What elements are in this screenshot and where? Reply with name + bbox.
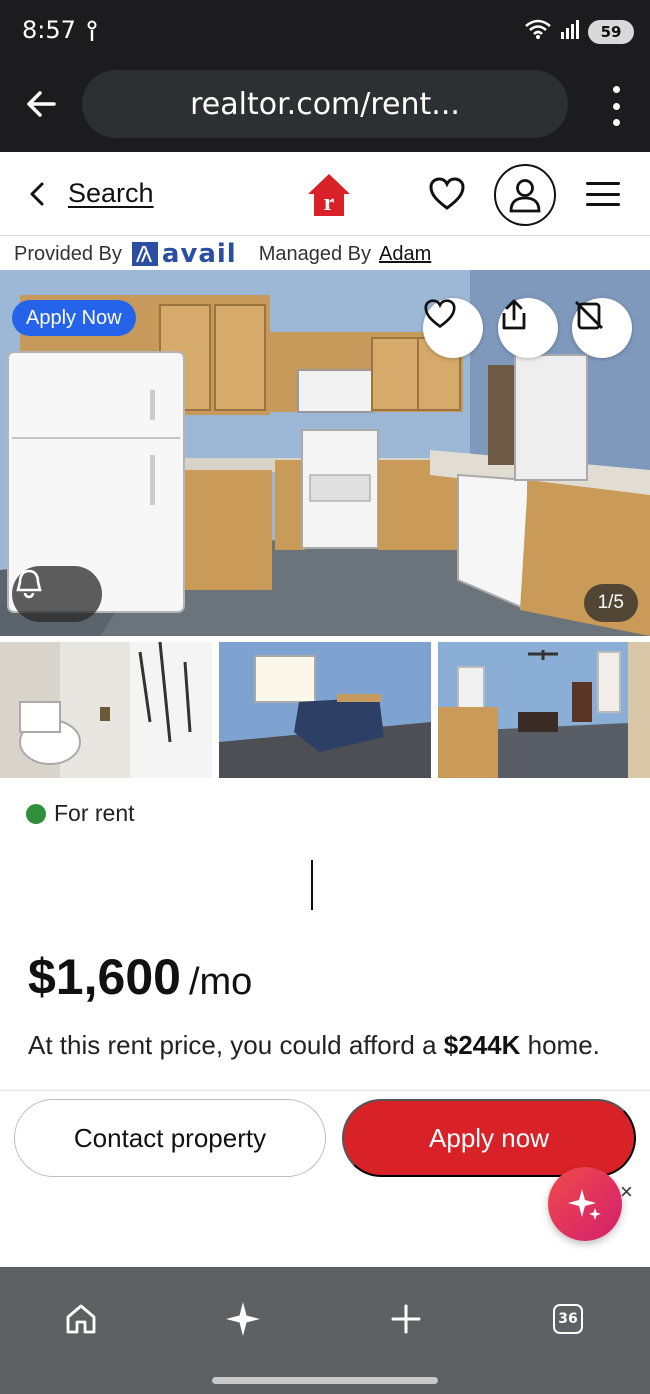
- thumbnail-bedroom[interactable]: [219, 642, 431, 778]
- afford-amount: $244K: [443, 1030, 521, 1060]
- thumbnail-bathroom[interactable]: [0, 642, 212, 778]
- site-header: Search r: [0, 152, 650, 236]
- avail-logo: avail: [131, 239, 237, 269]
- user-icon[interactable]: [494, 164, 556, 226]
- price-unit: /mo: [188, 961, 253, 1003]
- apply-now-badge[interactable]: Apply Now: [12, 300, 136, 336]
- sparkle-icon[interactable]: [221, 1297, 265, 1341]
- provider-name: avail: [161, 239, 237, 269]
- listing-hero-photo[interactable]: Apply Now 1/5: [0, 270, 650, 636]
- status-bar: 8:57 59: [0, 0, 650, 62]
- affordability-text: At this rent price, you could afford a $…: [28, 1024, 628, 1088]
- listing-status-label: For rent: [54, 800, 135, 826]
- browser-bottom-nav: 36: [0, 1267, 650, 1394]
- browser-toolbar: realtor.com/rent...: [0, 62, 650, 152]
- manager-name-link[interactable]: Adam: [379, 243, 431, 266]
- plus-icon[interactable]: [384, 1297, 428, 1341]
- chevron-left-icon[interactable]: [26, 180, 50, 213]
- signal-icon: [560, 18, 580, 45]
- action-bar: Contact property Apply now ×: [0, 1090, 650, 1266]
- url-bar[interactable]: realtor.com/rent...: [82, 70, 568, 138]
- svg-text:r: r: [324, 190, 335, 216]
- wifi-icon: [524, 18, 552, 45]
- photo-thumbnails: [0, 642, 650, 778]
- provided-by-label: Provided By: [14, 242, 122, 265]
- back-arrow-icon[interactable]: [20, 82, 64, 126]
- search-back-link[interactable]: Search: [68, 178, 154, 209]
- price-amount: $1,600: [28, 949, 181, 1005]
- home-icon[interactable]: [59, 1297, 103, 1341]
- status-time: 8:57: [22, 16, 76, 44]
- close-icon[interactable]: ×: [620, 1179, 633, 1205]
- thumbnail-living-room[interactable]: [438, 642, 650, 778]
- home-indicator[interactable]: [212, 1377, 438, 1384]
- photo-counter: 1/5: [583, 584, 638, 622]
- notification-icon: [86, 20, 98, 47]
- provider-row: Provided By avail Managed By Adam: [14, 238, 644, 270]
- afford-prefix: At this rent price, you could afford a: [28, 1030, 437, 1060]
- sparkle-icon[interactable]: [548, 1167, 622, 1241]
- listing-status: For rent: [26, 800, 135, 827]
- more-vert-icon[interactable]: [608, 86, 624, 126]
- realtor-logo-icon[interactable]: r: [306, 172, 352, 218]
- tour-icon[interactable]: [12, 566, 102, 622]
- managed-by-label: Managed By: [258, 242, 372, 265]
- heart-icon[interactable]: [428, 176, 466, 217]
- hamburger-menu-icon[interactable]: [586, 182, 620, 206]
- status-dot: [26, 803, 46, 824]
- battery-indicator: 59: [588, 19, 634, 44]
- afford-suffix: home.: [527, 1030, 600, 1060]
- tabs-icon[interactable]: 36: [546, 1297, 590, 1341]
- tab-count: 36: [553, 1304, 583, 1334]
- apply-now-button[interactable]: Apply now: [342, 1099, 636, 1177]
- heart-icon[interactable]: [423, 298, 483, 358]
- contact-property-button[interactable]: Contact property: [14, 1099, 326, 1177]
- text-cursor: [311, 860, 313, 910]
- price: $1,600 /mo: [28, 948, 252, 1006]
- hide-icon[interactable]: [572, 298, 632, 358]
- share-icon[interactable]: [498, 298, 558, 358]
- status-icons: 59: [524, 18, 634, 45]
